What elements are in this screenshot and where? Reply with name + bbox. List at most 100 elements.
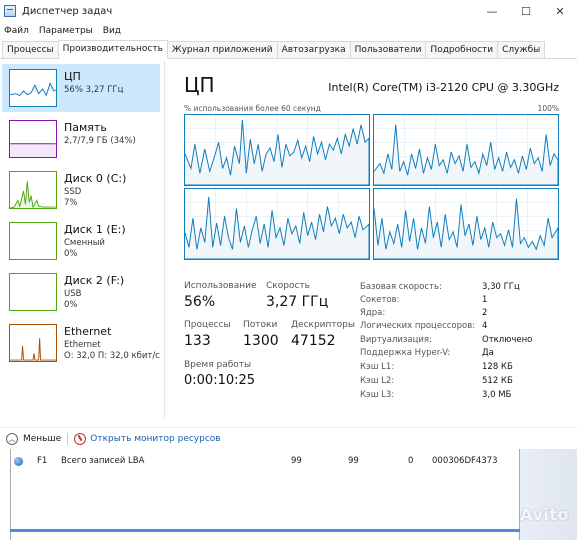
spec-key: Логических процессоров: (360, 321, 476, 331)
sidebar-item-detail: 2,7/7,9 ГБ (34%) (64, 136, 136, 146)
utilization-value: 56% (184, 294, 216, 310)
memory-graph-icon (9, 120, 57, 158)
task-manager-icon (4, 5, 16, 17)
graph-max-label: 100% (537, 104, 559, 113)
tab-app-history[interactable]: Журнал приложений (166, 41, 278, 58)
fewer-details-label: Меньше (23, 433, 62, 444)
sidebar-item-ethernet[interactable]: Ethernet Ethernet О: 32,0 П: 32,0 кбит/с (2, 319, 160, 367)
sidebar-item-label: ЦП (64, 70, 81, 83)
sidebar-item-detail: 56% 3,27 ГГц (64, 85, 124, 95)
spec-value: Отключено (482, 335, 533, 345)
tab-details[interactable]: Подробности (425, 41, 499, 58)
minimize-button[interactable]: — (475, 0, 509, 22)
close-button[interactable]: ✕ (543, 0, 577, 22)
spec-value: 1 (482, 295, 488, 305)
cell-current: 99 (291, 456, 302, 466)
sidebar-item-usage: 7% (64, 198, 78, 208)
spec-key: Кэш L3: (360, 390, 395, 400)
spec-value: 3,0 МБ (482, 390, 512, 400)
cell-threshold: 0 (408, 456, 414, 466)
processes-value: 133 (184, 333, 211, 349)
handles-label: Дескрипторы (291, 320, 355, 330)
chevron-up-icon: ︿ (6, 432, 18, 445)
spec-key: Кэш L2: (360, 376, 395, 386)
graph-caption: % использования более 60 секунд (184, 104, 321, 113)
tab-bar: Процессы Производительность Журнал прило… (0, 40, 577, 59)
menu-options[interactable]: Параметры (39, 26, 93, 36)
sidebar-item-label: Диск 1 (E:) (64, 223, 126, 236)
utilization-label: Использование (184, 281, 257, 291)
status-dot-icon (14, 456, 23, 466)
tab-performance[interactable]: Производительность (57, 40, 168, 59)
tab-services[interactable]: Службы (497, 41, 546, 58)
spec-key: Базовая скорость: (360, 282, 442, 292)
background-edge (520, 449, 577, 540)
cpu-graphs (184, 114, 559, 260)
spec-key: Виртуализация: (360, 335, 432, 345)
spec-value: 2 (482, 308, 488, 318)
sidebar-item-label: Диск 0 (C:) (64, 172, 127, 185)
spec-value: 512 КБ (482, 376, 513, 386)
sidebar-item-disk-0[interactable]: Диск 0 (C:) SSD 7% (2, 166, 160, 214)
tab-users[interactable]: Пользователи (349, 41, 427, 58)
divider (67, 432, 69, 445)
resource-list: ЦП 56% 3,27 ГГц Память 2,7/7,9 ГБ (34%) … (0, 61, 165, 419)
processes-label: Процессы (184, 320, 231, 330)
speed-label: Скорость (266, 281, 310, 291)
network-graph-icon (9, 324, 57, 362)
menu-file[interactable]: Файл (4, 26, 29, 36)
sidebar-item-throughput: О: 32,0 П: 32,0 кбит/с (64, 351, 160, 361)
sidebar-item-disk-1[interactable]: Диск 1 (E:) Сменный 0% (2, 217, 160, 265)
resource-monitor-icon (74, 432, 87, 445)
cell-attribute: Всего записей LBA (61, 456, 145, 466)
cpu-core-graph (184, 114, 370, 186)
window-title: Диспетчер задач (22, 5, 113, 17)
sidebar-item-cpu[interactable]: ЦП 56% 3,27 ГГц (2, 64, 160, 112)
cell-id: F1 (37, 456, 48, 466)
spec-key: Поддержка Hyper-V: (360, 348, 451, 358)
sidebar-item-detail: Сменный (64, 238, 105, 248)
tab-processes[interactable]: Процессы (2, 41, 59, 58)
cpu-core-graph (373, 114, 559, 186)
sidebar-item-detail: USB (64, 289, 82, 299)
disk-graph-icon (9, 273, 57, 311)
table-row[interactable]: F1 Всего записей LBA 99 99 0 000306DF437… (12, 453, 518, 469)
sidebar-item-disk-2[interactable]: Диск 2 (F:) USB 0% (2, 268, 160, 316)
speed-value: 3,27 ГГц (266, 294, 329, 310)
spec-value: 4 (482, 321, 488, 331)
maximize-button[interactable]: ☐ (509, 0, 543, 22)
sidebar-item-usage: 0% (64, 249, 78, 259)
window-controls: — ☐ ✕ (475, 0, 577, 22)
spec-key: Кэш L1: (360, 362, 395, 372)
open-resource-monitor-link[interactable]: Открыть монитор ресурсов (90, 434, 220, 444)
spec-value: 128 КБ (482, 362, 513, 372)
spec-key: Ядра: (360, 308, 386, 318)
uptime-label: Время работы (184, 360, 252, 370)
title-bar: Диспетчер задач — ☐ ✕ (0, 0, 577, 22)
sidebar-item-label: Память (64, 121, 107, 134)
handles-value: 47152 (291, 333, 336, 349)
fewer-details-button[interactable]: ︿ Меньше (6, 432, 62, 445)
tab-startup[interactable]: Автозагрузка (276, 41, 351, 58)
sidebar-item-detail: Ethernet (64, 340, 101, 350)
sidebar-item-detail: SSD (64, 187, 82, 197)
background-window: F1 Всего записей LBA 99 99 0 000306DF437… (0, 449, 577, 540)
cpu-core-graph (184, 188, 370, 260)
disk-graph-icon (9, 222, 57, 260)
footer-bar: ︿ Меньше Открыть монитор ресурсов (0, 427, 577, 449)
cpu-core-graph (373, 188, 559, 260)
uptime-value: 0:00:10:25 (184, 373, 256, 388)
sidebar-item-label: Диск 2 (F:) (64, 274, 125, 287)
threads-value: 1300 (243, 333, 279, 349)
menu-view[interactable]: Вид (103, 26, 121, 36)
page-title: ЦП (184, 73, 215, 97)
spec-key: Сокетов: (360, 295, 400, 305)
spec-value: 3,30 ГГц (482, 282, 520, 292)
threads-label: Потоки (243, 320, 278, 330)
disk-graph-icon (9, 171, 57, 209)
sidebar-item-memory[interactable]: Память 2,7/7,9 ГБ (34%) (2, 115, 160, 163)
background-accent-line (10, 529, 520, 532)
sidebar-item-usage: 0% (64, 300, 78, 310)
sidebar-item-label: Ethernet (64, 325, 112, 338)
cpu-graph-icon (9, 69, 57, 107)
